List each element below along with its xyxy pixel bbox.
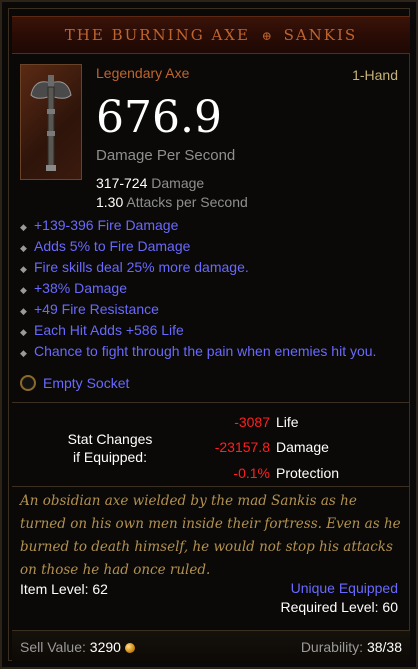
item-title-text: THE BURNING AXE: [64, 26, 250, 44]
durability: Durability: 38/38: [301, 639, 402, 655]
attack-speed-label: Attacks per Second: [126, 194, 248, 210]
durability-value: 38/38: [366, 639, 402, 655]
socket-icon: [20, 375, 36, 391]
bullet-icon: ◆: [20, 243, 27, 253]
stat-change-name: Life: [276, 414, 299, 430]
bullet-icon: ◆: [20, 348, 27, 358]
bullet-icon: ◆: [20, 306, 27, 316]
stat-changes-line2: if Equipped:: [73, 449, 147, 465]
property-line: ◆ Each Hit Adds +586 Life: [20, 321, 404, 342]
property-line: ◆ +139-396 Fire Damage: [20, 216, 404, 237]
damage-range: 317-724 Damage: [96, 175, 204, 191]
required-level: Required Level: 60: [280, 599, 398, 615]
bullet-icon: ◆: [20, 285, 27, 295]
bullet-icon: ◆: [20, 264, 27, 274]
magic-properties: ◆ +139-396 Fire Damage ◆ Adds 5% to Fire D…: [20, 216, 404, 363]
attack-speed: 1.30 Attacks per Second: [96, 194, 248, 210]
property-text: +38% Damage: [34, 280, 128, 296]
sell-label: Sell Value:: [20, 639, 86, 655]
tooltip-footer: Sell Value: 3290 Durability: 38/38: [12, 630, 410, 661]
property-text: +139-396 Fire Damage: [34, 217, 179, 233]
axe-icon: [20, 64, 82, 180]
property-line: ◆ Chance to fight through the pain when e…: [20, 342, 404, 363]
property-line: ◆ +38% Damage: [20, 279, 404, 300]
attack-speed-value: 1.30: [96, 194, 124, 210]
title-emblem-icon: ⊕: [261, 29, 272, 43]
stat-change-value: -3087: [234, 414, 270, 430]
durability-label: Durability:: [300, 639, 364, 655]
item-title-tail: SANKIS: [283, 26, 358, 44]
property-line: ◆ +49 Fire Resistance: [20, 300, 404, 321]
damage-range-value: 317-724: [96, 175, 148, 191]
property-line: ◆ Adds 5% to Fire Damage: [20, 237, 404, 258]
damage-range-label: Damage: [151, 175, 205, 191]
gold-coin-icon: [124, 643, 135, 653]
stat-change-value: -23157.8: [214, 439, 270, 455]
item-level: Item Level: 62: [20, 581, 108, 597]
divider: [12, 402, 410, 403]
item-slot: 1-Hand: [352, 67, 398, 83]
divider: [12, 486, 410, 487]
stat-change-damage: -23157.8 Damage: [160, 439, 329, 455]
property-text: Chance to fight through the pain when en…: [34, 343, 377, 359]
dps-label: Damage Per Second: [96, 147, 236, 164]
bullet-icon: ◆: [20, 222, 27, 232]
item-title: THE BURNING AXE ⊕ SANKIS: [65, 26, 357, 44]
flavor-text: An obsidian axe wielded by the mad Sanki…: [20, 493, 401, 578]
empty-socket: Empty Socket: [20, 375, 129, 391]
bullet-icon: ◆: [20, 327, 27, 337]
item-type: Legendary Axe: [96, 65, 190, 81]
stat-changes-line1: Stat Changes: [67, 431, 153, 447]
stat-change-value: -0.1%: [233, 465, 270, 481]
unique-equipped: Unique Equipped: [290, 580, 398, 596]
socket-label: Empty Socket: [43, 375, 130, 391]
stat-change-name: Damage: [276, 439, 329, 455]
sell-amount: 3290: [89, 639, 121, 655]
property-text: Adds 5% to Fire Damage: [34, 238, 191, 254]
sell-value: Sell Value: 3290: [20, 639, 135, 655]
property-text: Each Hit Adds +586 Life: [34, 322, 184, 338]
property-line: ◆ Fire skills deal 25% more damage.: [20, 258, 404, 279]
property-text: Fire skills deal 25% more damage.: [34, 259, 249, 275]
stat-change-protection: -0.1% Protection: [160, 465, 339, 481]
stat-change-name: Protection: [276, 465, 340, 481]
dps-value: 676.9: [96, 92, 222, 143]
stat-changes-label: Stat Changes if Equipped:: [40, 430, 180, 466]
item-title-bar: THE BURNING AXE ⊕ SANKIS: [12, 16, 410, 54]
item-tooltip: THE BURNING AXE ⊕ SANKIS Legendary Axe 1…: [0, 0, 418, 669]
stat-change-life: -3087 Life: [160, 414, 299, 430]
property-text: +49 Fire Resistance: [34, 301, 159, 317]
